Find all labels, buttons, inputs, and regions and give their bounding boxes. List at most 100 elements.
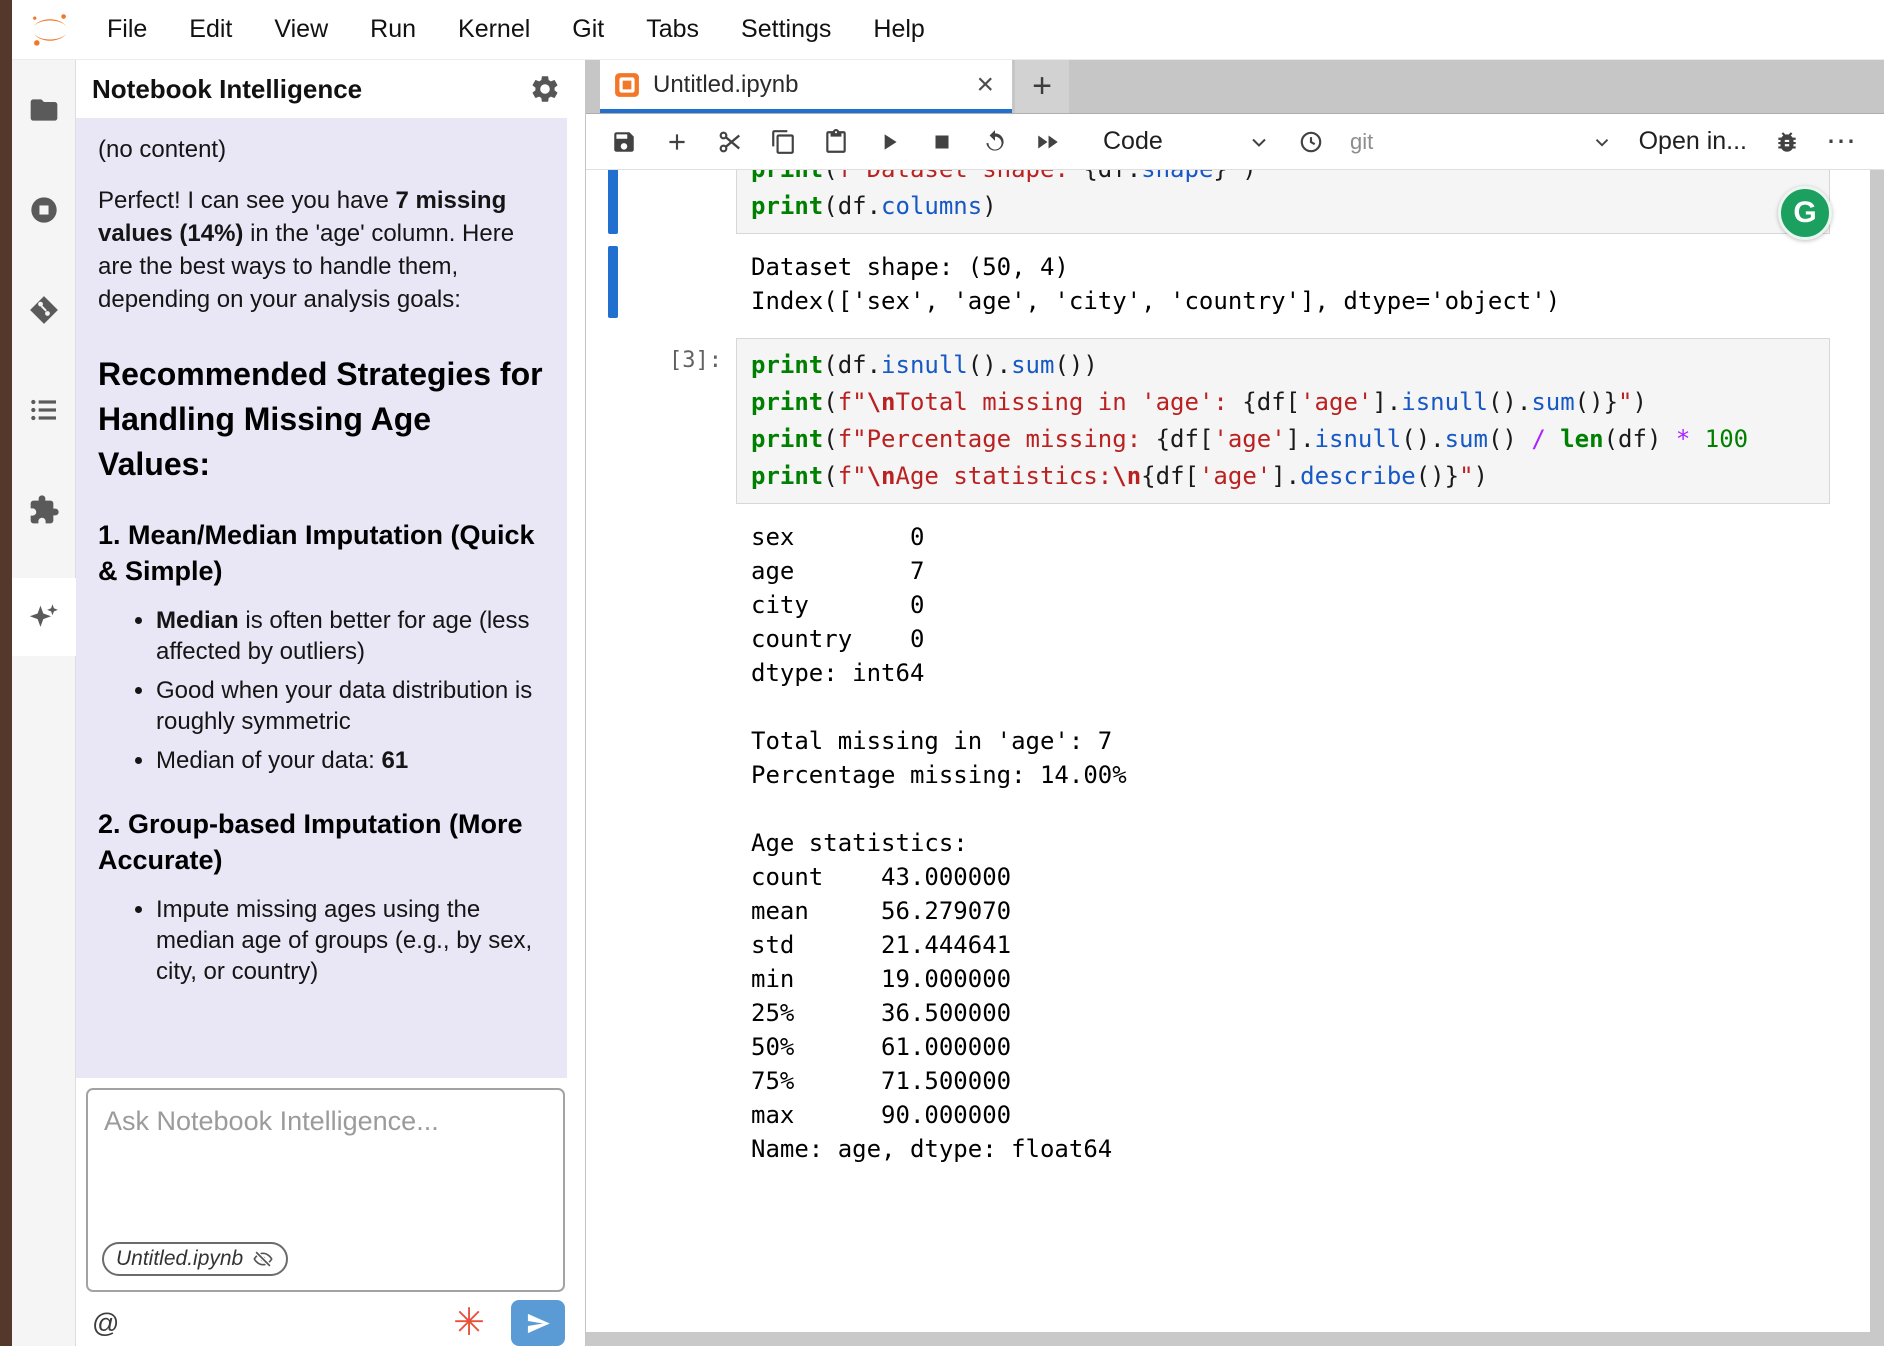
code-editor[interactable]: print(f"Dataset shape: {df.shape}")print… [736, 170, 1830, 234]
composer-footer: @ ✳ [86, 1300, 565, 1346]
cell-output-text: Dataset shape: (50, 4) Index(['sex', 'ag… [736, 246, 1830, 318]
new-tab-button[interactable]: + [1015, 60, 1069, 113]
tab-title: Untitled.ipynb [653, 71, 798, 99]
chat-messages: (no content) Perfect! I can see you have… [76, 118, 567, 1078]
close-tab-icon[interactable]: × [972, 70, 998, 100]
section1-title: 1. Mean/Median Imputation (Quick & Simpl… [98, 517, 549, 589]
mention-button[interactable]: @ [92, 1308, 119, 1339]
panel-title: Notebook Intelligence [92, 74, 362, 105]
notebook-intelligence-panel: Notebook Intelligence (no content) Perfe… [76, 60, 586, 1346]
cell-prompt: [3]: [618, 338, 736, 504]
send-button[interactable] [511, 1300, 565, 1346]
restart-and-run-all-button[interactable] [1034, 128, 1061, 155]
insert-cell-button[interactable] [663, 128, 690, 155]
menu-bar: File Edit View Run Kernel Git Tabs Setti… [12, 0, 1884, 60]
code-cell: print(f"Dataset shape: {df.shape}")print… [586, 170, 1870, 234]
bullet-item: Median is often better for age (less aff… [156, 605, 549, 667]
interrupt-kernel-button[interactable] [928, 128, 955, 155]
more-commands-icon[interactable]: ⋯ [1826, 127, 1856, 157]
toolbar-right-group: Open in... ⋯ [1591, 127, 1856, 157]
save-button[interactable] [610, 128, 637, 155]
git-icon [28, 294, 60, 326]
code-editor[interactable]: print(df.isnull().sum())print(f"\nTotal … [736, 338, 1830, 504]
stop-circle-icon [28, 194, 60, 226]
tab-bar: Untitled.ipynb × + [586, 60, 1884, 114]
chat-input-placeholder: Ask Notebook Intelligence... [104, 1106, 547, 1137]
notebook-toolbar: Code git [586, 114, 1884, 170]
panel-header: Notebook Intelligence [76, 60, 585, 118]
chat-composer-area: Ask Notebook Intelligence... Untitled.ip… [76, 1078, 585, 1346]
strategies-heading: Recommended Strategies for Handling Miss… [98, 352, 549, 487]
chevron-down-icon [1247, 130, 1271, 154]
section1-bullets: Median is often better for age (less aff… [98, 605, 549, 776]
eye-off-icon[interactable] [252, 1248, 274, 1270]
menu-help[interactable]: Help [852, 15, 945, 44]
ai-sparkle-icon [27, 600, 61, 634]
menu-kernel[interactable]: Kernel [437, 15, 551, 44]
run-cell-button[interactable] [875, 128, 902, 155]
bottom-scroll-gutter [586, 1332, 1884, 1346]
chevron-down-icon [1591, 131, 1613, 153]
output-prompt [618, 246, 736, 318]
sidebar-item-table-of-contents[interactable] [26, 392, 62, 428]
notebook-content: print(f"Dataset shape: {df.shape}")print… [586, 170, 1884, 1332]
chat-input[interactable]: Ask Notebook Intelligence... Untitled.ip… [86, 1088, 565, 1292]
collapsed-message-label: (no content) [98, 136, 549, 164]
debugger-bug-icon[interactable] [1773, 128, 1800, 155]
context-file-chip[interactable]: Untitled.ipynb [102, 1242, 288, 1276]
section2-bullets: Impute missing ages using the median age… [98, 894, 549, 987]
menu-edit[interactable]: Edit [168, 15, 253, 44]
context-file-name: Untitled.ipynb [116, 1247, 243, 1271]
folder-icon [28, 94, 60, 126]
output-collapser[interactable] [608, 516, 618, 1166]
cell-input-collapser[interactable] [608, 338, 618, 504]
tab-untitled-ipynb[interactable]: Untitled.ipynb × [600, 60, 1012, 113]
notebook-file-icon [614, 72, 640, 98]
cell-output-text: sex 0 age 7 city 0 country 0 dtype: int6… [736, 516, 1830, 1166]
output-prompt [618, 516, 736, 1166]
open-in-button[interactable]: Open in... [1639, 127, 1747, 156]
puzzle-icon [28, 494, 60, 526]
menu-git[interactable]: Git [551, 15, 625, 44]
section2-title: 2. Group-based Imputation (More Accurate… [98, 806, 549, 878]
bullet-item: Good when your data distribution is roug… [156, 675, 549, 737]
paper-plane-icon [525, 1310, 552, 1337]
cell-output-row: sex 0 age 7 city 0 country 0 dtype: int6… [586, 516, 1870, 1166]
sidebar-item-extensions[interactable] [26, 492, 62, 528]
left-activity-bar [12, 60, 76, 1346]
code-cell: [3]: print(df.isnull().sum())print(f"\nT… [586, 338, 1870, 504]
output-collapser[interactable] [608, 246, 618, 318]
cell-input-collapser[interactable] [608, 170, 618, 234]
sidebar-item-files[interactable] [26, 92, 62, 128]
kernel-history-icon[interactable] [1297, 128, 1324, 155]
notebook-intelligence-spark-icon[interactable]: ✳ [453, 1304, 485, 1342]
sidebar-item-git[interactable] [26, 292, 62, 328]
jupyter-logo-icon [28, 8, 72, 52]
desktop-edge-strip [0, 0, 12, 1346]
sidebar-item-notebook-intelligence[interactable] [12, 578, 76, 656]
cell-type-value: Code [1103, 127, 1163, 156]
menu-settings[interactable]: Settings [720, 15, 852, 44]
sidebar-item-running-sessions[interactable] [26, 192, 62, 228]
assistant-paragraph: Perfect! I can see you have 7 missing va… [98, 184, 549, 316]
menu-run[interactable]: Run [349, 15, 437, 44]
gear-icon[interactable] [529, 73, 561, 105]
cell-prompt [618, 170, 736, 234]
cell-output-row: Dataset shape: (50, 4) Index(['sex', 'ag… [586, 246, 1870, 318]
notebook-scroll-area[interactable]: print(f"Dataset shape: {df.shape}")print… [586, 170, 1870, 1332]
menu-tabs[interactable]: Tabs [625, 15, 720, 44]
chat-scroll-area[interactable]: (no content) Perfect! I can see you have… [76, 118, 585, 1078]
list-icon [28, 394, 60, 426]
paste-cells-button[interactable] [822, 128, 849, 155]
bullet-item: Impute missing ages using the median age… [156, 894, 549, 987]
restart-kernel-button[interactable] [981, 128, 1008, 155]
cut-cells-button[interactable] [716, 128, 743, 155]
menu-file[interactable]: File [86, 15, 168, 44]
copy-cells-button[interactable] [769, 128, 796, 155]
main-dock-panel: Untitled.ipynb × + [586, 60, 1884, 1346]
grammarly-badge[interactable]: G [1778, 186, 1832, 240]
jupyterlab-window: File Edit View Run Kernel Git Tabs Setti… [0, 0, 1884, 1346]
menu-view[interactable]: View [253, 15, 349, 44]
cell-type-dropdown[interactable]: Code [1103, 127, 1271, 156]
git-toolbar-label: git [1350, 129, 1373, 155]
